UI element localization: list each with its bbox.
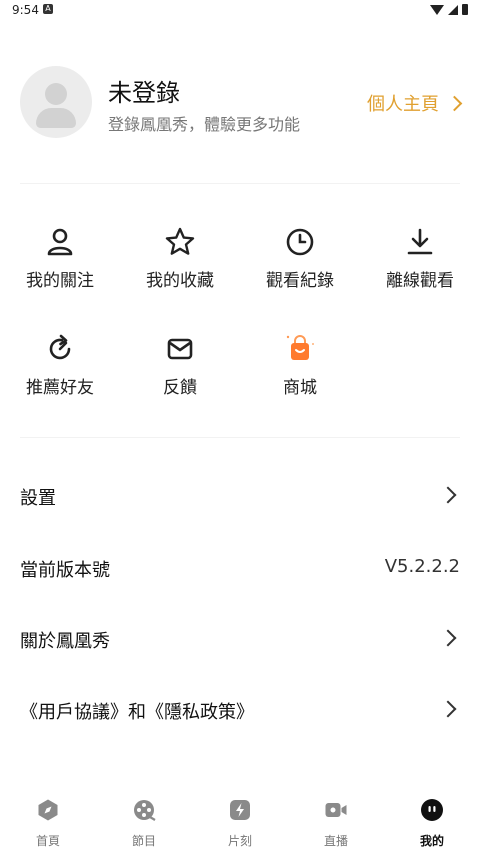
video-camera-icon bbox=[325, 803, 347, 817]
status-icons bbox=[430, 4, 468, 15]
grid-item-feedback[interactable]: 反饋 bbox=[120, 333, 240, 403]
person-icon bbox=[47, 228, 73, 256]
tab-label: 片刻 bbox=[227, 834, 252, 848]
grid-item-following[interactable]: 我的關注 bbox=[0, 226, 120, 296]
status-bar: 9:54 A bbox=[0, 0, 480, 22]
signal-icon bbox=[448, 4, 458, 15]
film-reel-icon bbox=[134, 800, 156, 821]
profile-face-icon bbox=[421, 799, 443, 821]
tab-home[interactable]: 首頁 bbox=[0, 798, 96, 853]
tab-moments[interactable]: 片刻 bbox=[192, 798, 288, 853]
bottom-tab-bar: 首頁 節目 片刻 直播 我的 bbox=[0, 790, 480, 853]
tab-label: 直播 bbox=[323, 834, 348, 848]
grid-label: 離線觀看 bbox=[386, 271, 454, 291]
profile-name: 未登錄 bbox=[108, 79, 180, 107]
settings-row[interactable]: 設置 bbox=[20, 476, 460, 516]
divider bbox=[20, 437, 460, 438]
lightning-icon bbox=[230, 800, 250, 820]
tab-label: 首頁 bbox=[35, 834, 60, 848]
about-label: 關於鳳凰秀 bbox=[20, 631, 110, 652]
grid-label: 我的關注 bbox=[26, 271, 94, 291]
avatar-head bbox=[45, 83, 67, 105]
wifi-icon bbox=[430, 4, 444, 15]
status-time: 9:54 bbox=[12, 3, 39, 17]
grid-item-favorites[interactable]: 我的收藏 bbox=[120, 226, 240, 296]
tab-live[interactable]: 直播 bbox=[288, 798, 384, 853]
grid-label: 觀看紀錄 bbox=[266, 271, 334, 291]
chevron-right-icon bbox=[446, 95, 463, 111]
version-value: V5.2.2.2 bbox=[384, 556, 460, 577]
profile-subtitle: 登錄鳳凰秀，體驗更多功能 bbox=[108, 115, 301, 134]
chevron-right-icon bbox=[439, 700, 457, 718]
refresh-icon bbox=[49, 334, 71, 360]
profile-header[interactable]: 未登錄 登錄鳳凰秀，體驗更多功能 個人主頁 bbox=[20, 66, 463, 138]
battery-icon bbox=[462, 4, 468, 15]
star-icon bbox=[165, 227, 195, 255]
grid-item-history[interactable]: 觀看紀錄 bbox=[240, 226, 360, 296]
tab-label: 節目 bbox=[131, 834, 156, 848]
download-icon bbox=[407, 228, 433, 255]
grid-label: 商城 bbox=[283, 378, 317, 398]
compass-icon bbox=[38, 799, 58, 821]
chevron-right-icon bbox=[439, 629, 457, 647]
chevron-right-icon bbox=[439, 486, 457, 504]
agreement-row[interactable]: 《用戶協議》和《隱私政策》 bbox=[20, 690, 460, 730]
shopping-bag-icon bbox=[286, 335, 314, 360]
grid-label: 反饋 bbox=[163, 378, 197, 398]
clock-icon bbox=[286, 228, 314, 256]
grid-item-recommend[interactable]: 推薦好友 bbox=[0, 333, 120, 403]
version-row: 當前版本號 V5.2.2.2 bbox=[20, 548, 460, 588]
grid-label: 我的收藏 bbox=[146, 271, 214, 291]
agreement-label: 《用戶協議》和《隱私政策》 bbox=[20, 702, 254, 723]
mail-icon bbox=[167, 338, 193, 360]
tab-mine[interactable]: 我的 bbox=[384, 798, 480, 853]
tab-programs[interactable]: 節目 bbox=[96, 798, 192, 853]
avatar[interactable] bbox=[20, 66, 92, 138]
personal-homepage-link[interactable]: 個人主頁 bbox=[367, 90, 463, 116]
grid-item-offline[interactable]: 離線觀看 bbox=[360, 226, 480, 296]
grid-label: 推薦好友 bbox=[26, 378, 94, 398]
notification-icon: A bbox=[43, 4, 53, 14]
avatar-body bbox=[36, 108, 76, 128]
about-row[interactable]: 關於鳳凰秀 bbox=[20, 619, 460, 659]
tab-label: 我的 bbox=[419, 834, 444, 848]
personal-homepage-label: 個人主頁 bbox=[367, 94, 439, 115]
version-label: 當前版本號 bbox=[20, 560, 110, 581]
settings-label: 設置 bbox=[20, 488, 56, 509]
divider bbox=[20, 183, 460, 184]
grid-item-shop[interactable]: 商城 bbox=[240, 333, 360, 403]
